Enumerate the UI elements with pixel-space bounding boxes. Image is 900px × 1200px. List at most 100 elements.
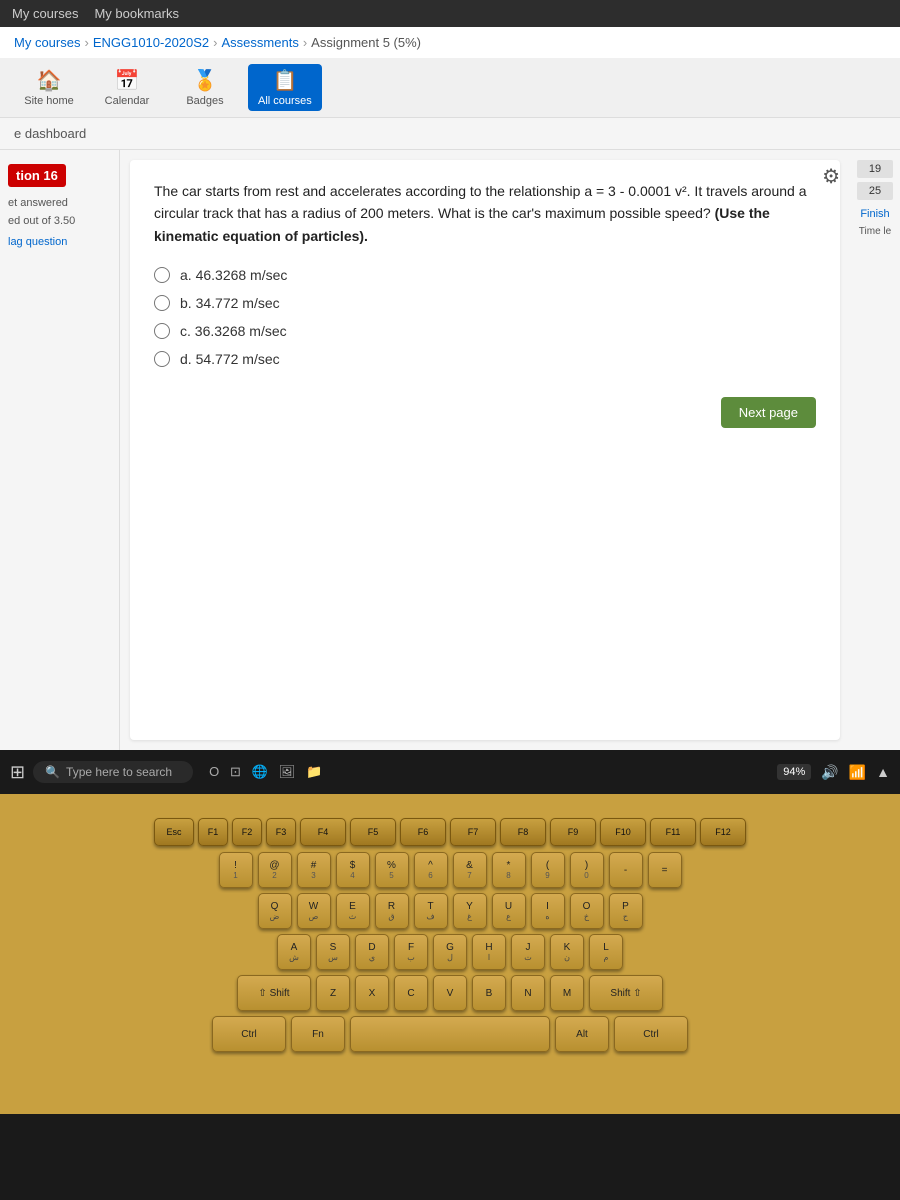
nav-calendar[interactable]: 📅 Calendar (92, 64, 162, 111)
key-f9[interactable]: F9 (550, 818, 596, 846)
radio-b[interactable] (154, 295, 170, 311)
key-f1[interactable]: F1 (198, 818, 228, 846)
key-7[interactable]: &7 (453, 852, 487, 888)
windows-start-icon[interactable]: ⊞ (10, 762, 25, 783)
option-d[interactable]: d. 54.772 m/sec (154, 351, 816, 367)
time-remaining-label: Time le (859, 226, 891, 237)
key-l[interactable]: Lم (589, 934, 623, 970)
key-v[interactable]: V (433, 975, 467, 1011)
key-e[interactable]: Eث (336, 893, 370, 929)
radio-c[interactable] (154, 323, 170, 339)
key-equals[interactable]: = (648, 852, 682, 888)
taskbar-search[interactable]: 🔍 Type here to search (33, 761, 193, 783)
key-1[interactable]: !1 (219, 852, 253, 888)
key-u[interactable]: Uع (492, 893, 526, 929)
key-o[interactable]: Oخ (570, 893, 604, 929)
key-alt[interactable]: Alt (555, 1016, 609, 1052)
key-b[interactable]: B (472, 975, 506, 1011)
finish-button[interactable]: Finish (860, 208, 889, 220)
main-content: ⚙ tion 16 et answered ed out of 3.50 lag… (0, 150, 900, 750)
breadcrumb-my-courses[interactable]: My courses (14, 35, 80, 50)
key-minus[interactable]: - (609, 852, 643, 888)
key-f3[interactable]: F3 (266, 818, 296, 846)
key-m[interactable]: M (550, 975, 584, 1011)
key-0[interactable]: )0 (570, 852, 604, 888)
key-a[interactable]: Aش (277, 934, 311, 970)
key-space[interactable] (350, 1016, 550, 1052)
gear-icon[interactable]: ⚙ (822, 164, 840, 189)
option-c[interactable]: c. 36.3268 m/sec (154, 323, 816, 339)
nav-my-bookmarks[interactable]: My bookmarks (94, 6, 179, 21)
key-h[interactable]: Hا (472, 934, 506, 970)
question-body: The car starts from rest and accelerates… (154, 183, 807, 221)
question-badge: tion 16 (8, 164, 66, 187)
key-t[interactable]: Tف (414, 893, 448, 929)
key-f10[interactable]: F10 (600, 818, 646, 846)
key-f7[interactable]: F7 (450, 818, 496, 846)
key-5[interactable]: %5 (375, 852, 409, 888)
nav-all-courses[interactable]: 📋 All courses (248, 64, 322, 111)
nav-site-home[interactable]: 🏠 Site home (14, 64, 84, 111)
key-y[interactable]: Yغ (453, 893, 487, 929)
key-j[interactable]: Jت (511, 934, 545, 970)
taskbar-arrow-icon[interactable]: ▲ (876, 764, 890, 780)
key-8[interactable]: *8 (492, 852, 526, 888)
key-ctrl[interactable]: Ctrl (212, 1016, 286, 1052)
key-2[interactable]: @2 (258, 852, 292, 888)
next-page-button[interactable]: Next page (721, 397, 816, 428)
key-z[interactable]: Z (316, 975, 350, 1011)
breadcrumb: My courses › ENGG1010-2020S2 › Assessmen… (0, 27, 900, 58)
key-f4[interactable]: F4 (300, 818, 346, 846)
dashboard-link[interactable]: e dashboard (0, 118, 900, 150)
calendar-icon: 📅 (115, 68, 140, 93)
key-4[interactable]: $4 (336, 852, 370, 888)
breadcrumb-course[interactable]: ENGG1010-2020S2 (93, 35, 209, 50)
key-3[interactable]: #3 (297, 852, 331, 888)
search-label: Type here to search (66, 765, 172, 779)
key-shift-right[interactable]: Shift ⇧ (589, 975, 663, 1011)
nav-my-courses[interactable]: My courses (12, 6, 78, 21)
radio-a[interactable] (154, 267, 170, 283)
breadcrumb-current: Assignment 5 (5%) (311, 35, 421, 50)
flag-question-link[interactable]: lag question (8, 236, 111, 248)
option-b[interactable]: b. 34.772 m/sec (154, 295, 816, 311)
taskbar-right-icons: 94% 🔊 📶 ▲ (777, 764, 890, 781)
key-p[interactable]: Pح (609, 893, 643, 929)
breadcrumb-assessments[interactable]: Assessments (222, 35, 299, 50)
badges-label: Badges (186, 95, 223, 107)
key-s[interactable]: Sس (316, 934, 350, 970)
key-9[interactable]: (9 (531, 852, 565, 888)
key-i[interactable]: Iه (531, 893, 565, 929)
key-fn[interactable]: Fn (291, 1016, 345, 1052)
key-6[interactable]: ^6 (414, 852, 448, 888)
key-f8[interactable]: F8 (500, 818, 546, 846)
key-esc[interactable]: Esc (154, 818, 194, 846)
key-d[interactable]: Dي (355, 934, 389, 970)
key-n[interactable]: N (511, 975, 545, 1011)
nav-badges[interactable]: 🏅 Badges (170, 64, 240, 111)
key-f2[interactable]: F2 (232, 818, 262, 846)
asdf-row: Aش Sس Dي Fب Gل Hا Jت Kن Lم (20, 934, 880, 970)
key-q[interactable]: Qض (258, 893, 292, 929)
key-w[interactable]: Wص (297, 893, 331, 929)
key-ctrl-right[interactable]: Ctrl (614, 1016, 688, 1052)
key-f5[interactable]: F5 (350, 818, 396, 846)
option-a[interactable]: a. 46.3268 m/sec (154, 267, 816, 283)
all-courses-label: All courses (258, 95, 312, 107)
key-k[interactable]: Kن (550, 934, 584, 970)
key-f6[interactable]: F6 (400, 818, 446, 846)
taskbar-wifi-icon[interactable]: 📶 (849, 764, 866, 781)
key-f[interactable]: Fب (394, 934, 428, 970)
key-c[interactable]: C (394, 975, 428, 1011)
key-x[interactable]: X (355, 975, 389, 1011)
number-key-row: !1 @2 #3 $4 %5 ^6 &7 *8 (9 )0 - = (20, 852, 880, 888)
key-f12[interactable]: F12 (700, 818, 746, 846)
key-f11[interactable]: F11 (650, 818, 696, 846)
fn-key-row: Esc F1 F2 F3 F4 F5 F6 F7 F8 F9 F10 F11 F… (20, 818, 880, 846)
taskbar-sound-icon[interactable]: 🔊 (821, 764, 838, 781)
key-g[interactable]: Gل (433, 934, 467, 970)
radio-d[interactable] (154, 351, 170, 367)
key-shift-left[interactable]: ⇧ Shift (237, 975, 311, 1011)
key-r[interactable]: Rق (375, 893, 409, 929)
site-home-label: Site home (24, 95, 74, 107)
